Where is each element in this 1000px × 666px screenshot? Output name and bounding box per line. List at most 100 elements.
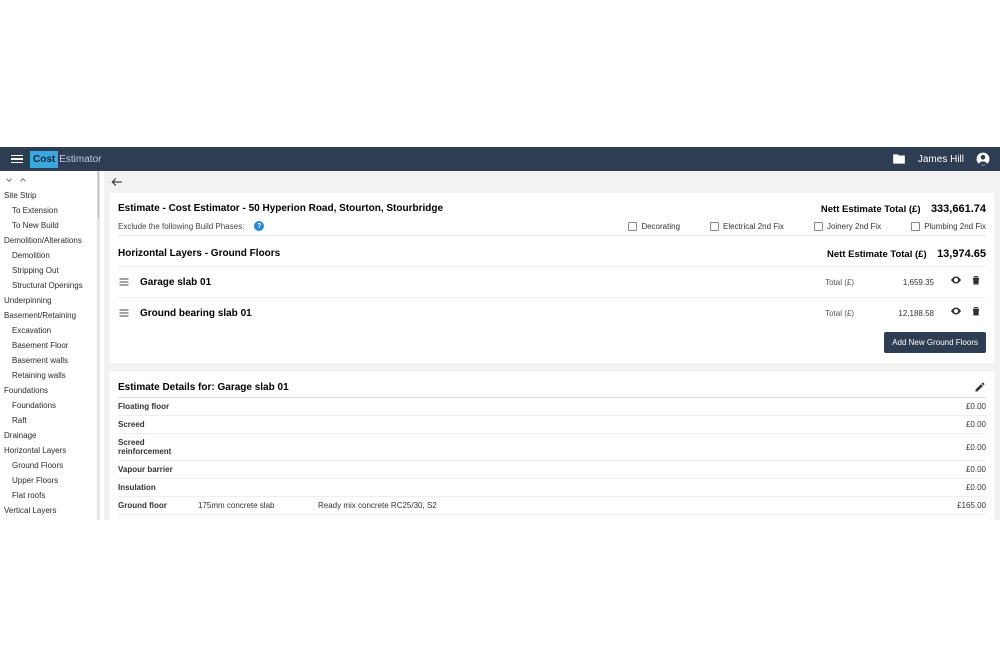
sidebar-nav: Site StripTo ExtensionTo New BuildDemoli… <box>0 171 100 520</box>
detail-row: Ground floor175mm concrete slabReady mix… <box>118 496 986 514</box>
phase-label: Joinery 2nd Fix <box>827 222 881 231</box>
detail-category: Screed <box>118 420 198 429</box>
sidebar-item[interactable]: Site Strip <box>0 188 99 203</box>
detail-cost: £0.00 <box>936 483 986 492</box>
logo-left: Cost <box>30 151 58 168</box>
sidebar-item[interactable]: To New Build <box>0 218 99 233</box>
delete-button[interactable] <box>970 273 982 291</box>
eye-icon <box>950 305 962 317</box>
view-button[interactable] <box>950 304 962 322</box>
phase-label: Electrical 2nd Fix <box>723 222 784 231</box>
detail-cost: £0.00 <box>936 402 986 411</box>
floor-row[interactable]: Ground bearing slab 01Total (£) 12,188.58 <box>118 297 986 328</box>
sidebar-item[interactable]: Foundations <box>0 398 99 413</box>
sidebar-item[interactable]: Flat roofs <box>0 488 99 503</box>
details-title: Estimate Details for: Garage slab 01 <box>118 382 289 393</box>
sidebar-item[interactable]: Excavation <box>0 323 99 338</box>
trash-icon <box>970 305 982 317</box>
section-nett-value: 13,974.65 <box>937 248 986 260</box>
sidebar-item[interactable]: Demolition <box>0 248 99 263</box>
sidebar-item[interactable]: Drainage <box>0 428 99 443</box>
detail-category: Ground floor <box>118 501 198 510</box>
sidebar-item[interactable]: Raft <box>0 413 99 428</box>
detail-row: Screed £0.00 <box>118 415 986 433</box>
detail-row: Insulation £0.00 <box>118 478 986 496</box>
detail-cost: £0.00 <box>936 443 986 452</box>
help-icon[interactable]: ? <box>254 221 264 231</box>
detail-cost: £91.50 <box>936 519 986 520</box>
sidebar-item[interactable]: Foundations <box>0 383 99 398</box>
phase-label: Plumbing 2nd Fix <box>924 222 986 231</box>
sidebar-item[interactable]: Upper Floors <box>0 473 99 488</box>
sidebar-collapse-toggles[interactable] <box>0 171 99 188</box>
checkbox-icon <box>814 222 823 231</box>
detail-category: Floating floor <box>118 402 198 411</box>
edit-pencil-icon[interactable] <box>974 381 986 393</box>
detail-cost: £165.00 <box>936 501 986 510</box>
floor-name: Ground bearing slab 01 <box>140 308 825 319</box>
sidebar-item[interactable]: Ground Floors <box>0 458 99 473</box>
sidebar-item[interactable]: Basement/Retaining <box>0 308 99 323</box>
estimate-summary-card: Estimate - Cost Estimator - 50 Hyperion … <box>110 193 994 363</box>
sidebar-item[interactable]: Basement Floor <box>0 338 99 353</box>
menu-toggle[interactable] <box>6 155 28 164</box>
detail-row: Slab reinforcementSlab reinforcementA393… <box>118 514 986 520</box>
phase-checkbox[interactable]: Decorating <box>628 222 680 231</box>
sidebar-item[interactable]: Demolition/Alterations <box>0 233 99 248</box>
detail-category: Insulation <box>118 483 198 492</box>
back-arrow-icon[interactable] <box>110 175 124 189</box>
sidebar-scrollbar[interactable] <box>97 171 100 520</box>
floor-total-label: Total (£) <box>825 278 854 287</box>
phase-checkbox[interactable]: Plumbing 2nd Fix <box>911 222 986 231</box>
detail-category: Vapour barrier <box>118 465 198 474</box>
sidebar-item[interactable]: To Extension <box>0 203 99 218</box>
detail-row: Screed reinforcement £0.00 <box>118 433 986 460</box>
folder-icon[interactable] <box>892 152 906 166</box>
detail-desc: A393 steel fabric reinforcement mesh 480… <box>318 519 936 520</box>
nett-total-value: 333,661.74 <box>931 203 986 215</box>
floor-row[interactable]: Garage slab 01Total (£) 1,659.35 <box>118 266 986 297</box>
app-topbar: Cost Estimator James Hill <box>0 147 1000 171</box>
estimate-details-card: Estimate Details for: Garage slab 01 Flo… <box>110 371 994 520</box>
phase-checkbox[interactable]: Joinery 2nd Fix <box>814 222 881 231</box>
sidebar-item[interactable]: Horizontal Layers <box>0 443 99 458</box>
checkbox-icon <box>710 222 719 231</box>
trash-icon <box>970 274 982 286</box>
detail-row: Floating floor £0.00 <box>118 397 986 415</box>
phase-checkbox[interactable]: Electrical 2nd Fix <box>710 222 784 231</box>
logo-right: Estimator <box>59 154 101 165</box>
sidebar-item[interactable]: Underpinning <box>0 293 99 308</box>
detail-spec: 175mm concrete slab <box>198 501 318 510</box>
delete-button[interactable] <box>970 304 982 322</box>
detail-category: Slab reinforcement <box>118 519 198 520</box>
detail-row: Vapour barrier£0.00 <box>118 460 986 478</box>
sidebar-item[interactable]: Stripping Out <box>0 263 99 278</box>
view-button[interactable] <box>950 273 962 291</box>
floor-total-value: 12,188.58 <box>884 309 934 318</box>
sidebar-item[interactable]: Retaining walls <box>0 368 99 383</box>
nett-total-label: Nett Estimate Total (£) <box>821 204 921 215</box>
detail-cost: £0.00 <box>936 420 986 429</box>
estimate-title: Estimate - Cost Estimator - 50 Hyperion … <box>118 203 443 214</box>
detail-spec: Slab reinforcement <box>198 519 318 520</box>
list-icon <box>118 276 130 288</box>
chevron-down-icon[interactable] <box>4 175 14 185</box>
add-new-floors-button[interactable]: Add New Ground Floors <box>884 332 986 353</box>
user-name: James Hill <box>918 154 964 165</box>
floor-name: Garage slab 01 <box>140 277 825 288</box>
user-avatar-icon[interactable] <box>976 152 990 166</box>
eye-icon <box>950 274 962 286</box>
sidebar-item[interactable]: Basement walls <box>0 353 99 368</box>
checkbox-icon <box>911 222 920 231</box>
floor-total-label: Total (£) <box>825 309 854 318</box>
app-logo: Cost Estimator <box>30 151 101 168</box>
detail-desc: Ready mix concrete RC25/30, S2 <box>318 501 936 510</box>
section-title: Horizontal Layers - Ground Floors <box>118 248 280 259</box>
phase-label: Decorating <box>641 222 680 231</box>
detail-category: Screed reinforcement <box>118 438 198 456</box>
sidebar-item[interactable]: Vertical Layers <box>0 503 99 518</box>
section-nett-label: Nett Estimate Total (£) <box>827 249 927 260</box>
sidebar-item[interactable]: Structural Openings <box>0 278 99 293</box>
chevron-up-icon[interactable] <box>18 175 28 185</box>
floor-total-value: 1,659.35 <box>884 278 934 287</box>
